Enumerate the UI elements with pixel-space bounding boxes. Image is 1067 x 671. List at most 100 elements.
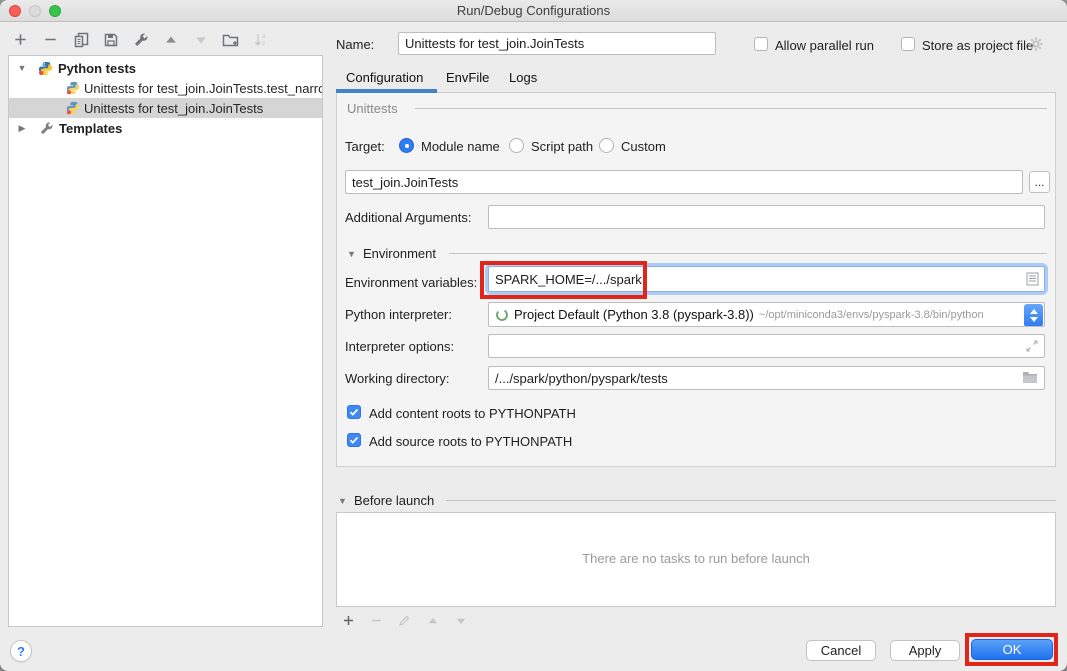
store-as-project-file-label: Store as project file (922, 38, 1033, 53)
tree-item-python-tests[interactable]: ▼ Python tests (9, 58, 322, 78)
tab-envfile[interactable]: EnvFile (446, 70, 489, 85)
copy-configuration-button[interactable] (72, 31, 89, 48)
cancel-button[interactable]: Cancel (806, 640, 876, 661)
close-window-button[interactable] (9, 5, 21, 17)
conda-env-icon (495, 308, 509, 322)
configurations-toolbar: az (12, 31, 269, 48)
environment-variables-label: Environment variables: (345, 275, 477, 290)
allow-parallel-run-checkbox[interactable] (754, 37, 768, 51)
add-source-roots-label: Add source roots to PYTHONPATH (369, 434, 572, 449)
store-options-gear-icon[interactable] (1028, 36, 1044, 52)
sort-configurations-button[interactable]: az (252, 31, 269, 48)
group-separator (446, 500, 1056, 501)
new-folder-icon (222, 32, 239, 48)
add-icon (13, 32, 28, 47)
python-tests-icon (38, 61, 53, 76)
configurations-tree: ▼ Python tests Unittests for test_join.J… (8, 55, 323, 627)
tree-item-label: Unittests for test_join.JoinTests.test_n… (84, 81, 322, 96)
environment-group-label: Environment (363, 246, 436, 261)
python-interpreter-select[interactable]: Project Default (Python 3.8 (pyspark-3.8… (488, 302, 1045, 327)
working-directory-input[interactable] (488, 366, 1045, 390)
target-custom-radio[interactable] (599, 138, 614, 153)
traffic-lights (9, 5, 61, 17)
svg-text:a: a (262, 33, 266, 40)
name-label: Name: (336, 37, 374, 52)
target-script-path-radio[interactable] (509, 138, 524, 153)
remove-task-button[interactable] (368, 612, 385, 629)
additional-arguments-label: Additional Arguments: (345, 210, 471, 225)
move-task-down-button[interactable] (452, 612, 469, 629)
before-launch-collapse-icon[interactable]: ▼ (338, 496, 347, 506)
sort-alpha-icon: az (253, 32, 269, 48)
environment-collapse-icon[interactable]: ▼ (347, 249, 356, 259)
ok-button[interactable]: OK (971, 639, 1053, 660)
configuration-panel: Unittests Target: Module name Script pat… (336, 93, 1056, 467)
expand-field-icon[interactable] (1025, 339, 1039, 353)
move-down-icon (194, 33, 208, 47)
unittests-group-label: Unittests (347, 101, 398, 116)
environment-variables-input[interactable] (488, 266, 1045, 292)
tree-item-label: Python tests (58, 61, 136, 76)
add-icon (342, 614, 355, 627)
python-interpreter-value: Project Default (Python 3.8 (pyspark-3.8… (514, 307, 754, 322)
zoom-window-button[interactable] (49, 5, 61, 17)
python-interpreter-path: ~/opt/miniconda3/envs/pyspark-3.8/bin/py… (759, 309, 984, 321)
edit-variables-icon[interactable] (1026, 272, 1039, 286)
add-configuration-button[interactable] (12, 31, 29, 48)
help-button[interactable]: ? (10, 640, 32, 662)
group-separator (415, 108, 1047, 109)
add-source-roots-checkbox[interactable] (347, 433, 361, 447)
python-test-icon (66, 81, 80, 95)
move-up-icon (427, 615, 439, 627)
group-separator (449, 253, 1047, 254)
additional-arguments-input[interactable] (488, 205, 1045, 229)
move-up-icon (164, 33, 178, 47)
check-icon (349, 435, 359, 445)
interpreter-options-input[interactable] (488, 334, 1045, 358)
python-interpreter-label: Python interpreter: (345, 307, 452, 322)
remove-configuration-button[interactable] (42, 31, 59, 48)
environment-variables-field-wrap (488, 266, 1045, 292)
edit-templates-button[interactable] (132, 31, 149, 48)
apply-button[interactable]: Apply (890, 640, 960, 661)
minimize-window-button[interactable] (29, 5, 41, 17)
wrench-icon (133, 32, 149, 48)
move-down-button[interactable] (192, 31, 209, 48)
interpreter-dropdown-stepper[interactable] (1024, 304, 1043, 327)
tree-item-label: Unittests for test_join.JoinTests (84, 101, 263, 116)
add-content-roots-checkbox[interactable] (347, 405, 361, 419)
window-title: Run/Debug Configurations (0, 0, 1067, 22)
allow-parallel-run-label: Allow parallel run (775, 38, 874, 53)
add-task-button[interactable] (340, 612, 357, 629)
browse-target-button[interactable]: ... (1029, 171, 1050, 193)
edit-task-button[interactable] (396, 612, 413, 629)
collapse-arrow-icon[interactable]: ▼ (16, 63, 28, 73)
python-test-icon (66, 101, 80, 115)
tree-item-templates[interactable]: ▶ Templates (9, 118, 322, 138)
target-module-name-label: Module name (421, 139, 500, 154)
check-icon (349, 407, 359, 417)
tree-item-test-narrow[interactable]: Unittests for test_join.JoinTests.test_n… (9, 78, 322, 98)
before-launch-group-label: Before launch (354, 493, 434, 508)
svg-text:z: z (262, 40, 265, 47)
browse-folder-icon[interactable] (1022, 371, 1038, 384)
before-launch-toolbar (340, 612, 469, 629)
expand-arrow-icon[interactable]: ▶ (16, 123, 28, 134)
move-task-up-button[interactable] (424, 612, 441, 629)
interpreter-options-label: Interpreter options: (345, 339, 454, 354)
tab-logs[interactable]: Logs (509, 70, 537, 85)
tab-configuration[interactable]: Configuration (346, 70, 423, 85)
run-debug-configurations-dialog: Run/Debug Configurations az ▼ Python tes (0, 0, 1067, 671)
target-module-name-radio[interactable] (399, 138, 414, 153)
help-label: ? (17, 644, 25, 659)
target-script-path-label: Script path (531, 139, 593, 154)
target-custom-label: Custom (621, 139, 666, 154)
move-up-button[interactable] (162, 31, 179, 48)
tree-item-jointests-selected[interactable]: Unittests for test_join.JoinTests (9, 98, 322, 118)
save-configuration-button[interactable] (102, 31, 119, 48)
name-input[interactable] (398, 32, 716, 55)
store-as-project-file-checkbox[interactable] (901, 37, 915, 51)
new-folder-button[interactable] (222, 31, 239, 48)
target-input[interactable] (345, 170, 1023, 194)
copy-icon (73, 32, 89, 48)
